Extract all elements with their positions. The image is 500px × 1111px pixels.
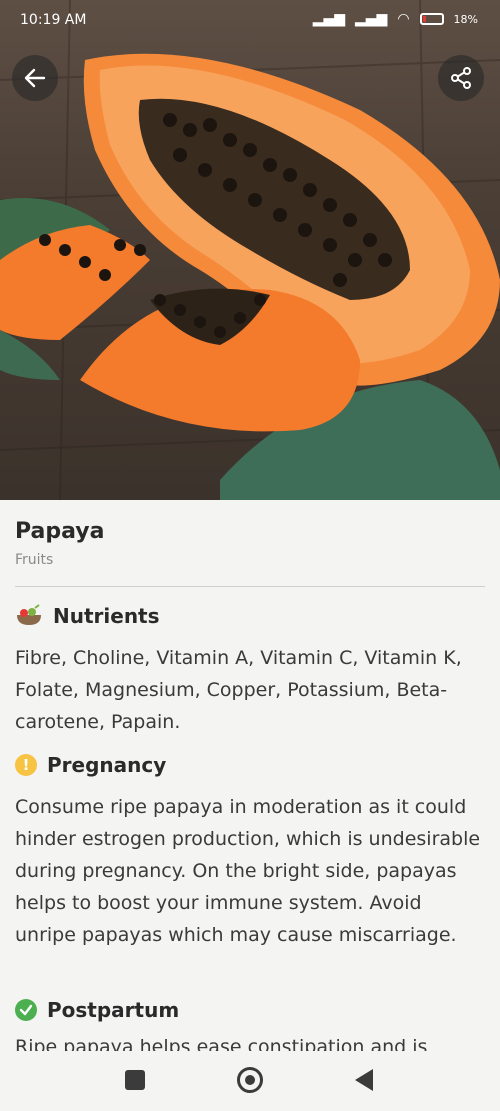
system-back-button[interactable] — [355, 1069, 373, 1091]
salad-bowl-icon — [17, 604, 41, 625]
section-pregnancy-header: ! Pregnancy — [15, 753, 166, 777]
share-button[interactable] — [438, 55, 484, 101]
hero-image — [0, 0, 500, 500]
battery-level: 18% — [453, 12, 478, 26]
item-category: Fruits — [15, 552, 54, 568]
section-heading: Nutrients — [53, 604, 160, 628]
section-postpartum-text: Ripe papaya helps ease constipation and … — [15, 1037, 428, 1051]
battery-icon — [419, 13, 444, 25]
section-nutrients-body: Fibre, Choline, Vitamin A, Vitamin C, Vi… — [15, 647, 462, 733]
status-time: 10:19 AM — [20, 12, 87, 28]
section-pregnancy-body: Consume ripe papaya in moderation as it … — [15, 796, 481, 946]
divider — [15, 586, 485, 587]
section-nutrients-header: Nutrients — [15, 604, 160, 628]
signal-icon: ▂▄▆ — [312, 11, 346, 27]
signal-icon: ▂▄▆ — [355, 11, 388, 27]
papaya-illustration — [0, 0, 500, 500]
wifi-icon: ◠ — [397, 11, 410, 27]
back-button[interactable] — [12, 55, 58, 101]
status-icons: ▂▄▆ ▂▄▆ ◠ 18% — [313, 11, 478, 27]
section-postpartum-body: Ripe papaya helps ease constipation and … — [15, 1037, 485, 1051]
warning-icon: ! — [15, 754, 37, 776]
section-heading: Pregnancy — [47, 753, 167, 777]
section-heading: Postpartum — [47, 998, 180, 1022]
check-icon — [15, 999, 37, 1021]
item-title: Papaya — [15, 519, 105, 544]
status-bar: 10:19 AM ▂▄▆ ▂▄▆ ◠ 18% — [0, 0, 500, 44]
arrow-left-icon — [24, 68, 46, 88]
system-nav-bar — [0, 1051, 500, 1111]
share-icon — [451, 67, 471, 89]
home-button[interactable] — [237, 1067, 263, 1093]
section-postpartum-header: Postpartum — [15, 998, 179, 1022]
recent-apps-button[interactable] — [125, 1070, 145, 1090]
